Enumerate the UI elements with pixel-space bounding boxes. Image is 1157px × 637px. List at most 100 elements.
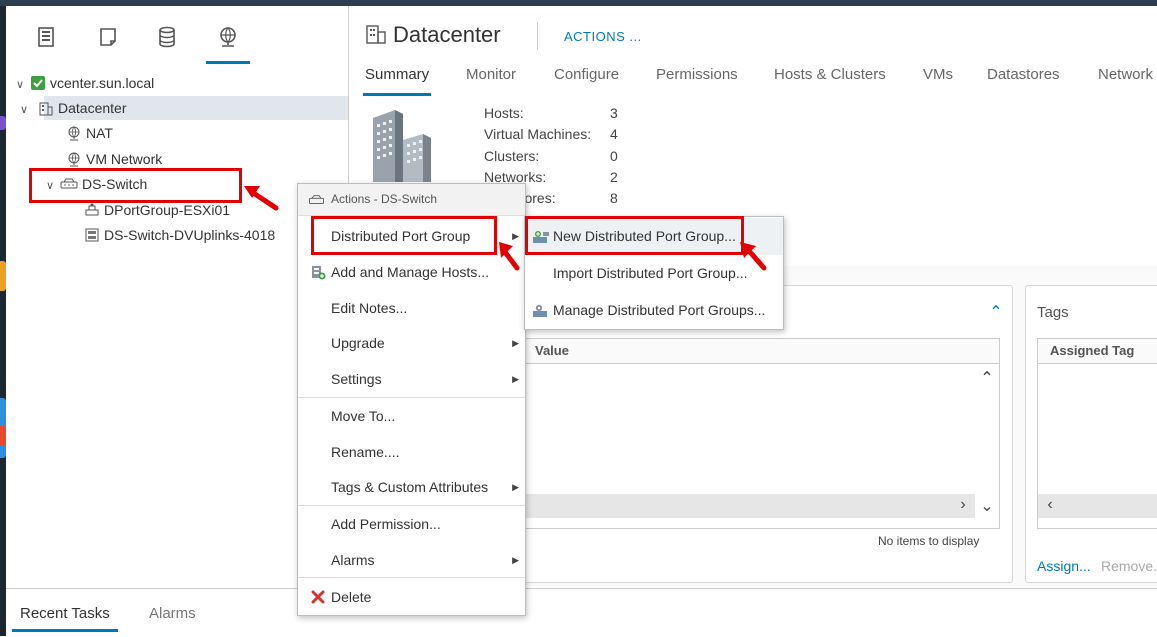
collapse-chevron-icon[interactable]: ⌃ [986, 302, 1006, 322]
new-port-group-icon [533, 231, 549, 243]
manage-port-groups-icon [533, 304, 547, 317]
tab-network[interactable]: Network [1098, 66, 1153, 94]
tab-alarms[interactable]: Alarms [149, 605, 196, 622]
menu-item-add-manage-hosts[interactable]: Add and Manage Hosts... [298, 254, 525, 290]
stat-value: 3 [610, 105, 618, 121]
column-value[interactable]: Value [535, 339, 569, 363]
tree-label-port-group: DPortGroup-ESXi01 [104, 202, 231, 218]
menu-item-label: Delete [331, 589, 372, 605]
menu-item-label: Add and Manage Hosts... [331, 264, 489, 280]
menu-item-label: Settings [331, 371, 382, 387]
context-menu-title-text: Actions - DS-Switch [331, 192, 438, 206]
assign-tag-link[interactable]: Assign... [1037, 558, 1091, 574]
menu-item-new-port-group[interactable]: New Distributed Port Group... [525, 218, 783, 255]
tab-monitor[interactable]: Monitor [466, 66, 516, 94]
tree-label-uplinks: DS-Switch-DVUplinks-4018 [104, 227, 276, 243]
menu-item-alarms[interactable]: Alarms ▶ [298, 542, 525, 578]
menu-item-add-permission[interactable]: Add Permission... [298, 506, 525, 542]
tags-grid-body: ‹ [1037, 364, 1157, 529]
submenu-arrow-icon: ▶ [512, 374, 519, 384]
network-icon [68, 126, 80, 141]
scroll-left-icon[interactable]: ‹ [1040, 496, 1060, 514]
tree-label-ds-switch: DS-Switch [82, 176, 148, 192]
object-header: Datacenter ACTIONS ... Summary Monitor C… [349, 6, 1157, 97]
storage-icon[interactable] [154, 24, 180, 50]
menu-item-distributed-port-group[interactable]: Distributed Port Group ▶ [298, 218, 525, 254]
tree-item-vm-network[interactable]: VM Network [66, 147, 336, 171]
menu-item-label: Upgrade [331, 335, 385, 351]
scroll-down-icon[interactable]: ⌄ [977, 496, 997, 516]
uplink-icon [85, 228, 99, 242]
header-divider [537, 22, 538, 50]
stat-value: 4 [610, 126, 618, 142]
page-title: Datacenter [365, 22, 501, 48]
empty-state-text: No items to display [878, 534, 980, 548]
tree-label-datacenter: Datacenter [58, 100, 127, 116]
menu-item-import-port-group[interactable]: Import Distributed Port Group... [525, 255, 783, 292]
stat-value: 0 [610, 148, 618, 164]
vcenter-icon [31, 76, 45, 90]
tab-summary[interactable]: Summary [362, 66, 432, 96]
menu-item-label: Distributed Port Group [331, 228, 471, 244]
menu-item-label: Alarms [331, 552, 375, 568]
context-menu: Actions - DS-Switch Distributed Port Gro… [297, 183, 526, 616]
menu-item-delete[interactable]: Delete [298, 579, 525, 615]
submenu-arrow-icon: ▶ [512, 231, 519, 241]
page-title-text: Datacenter [393, 22, 501, 47]
menu-item-manage-port-groups[interactable]: Manage Distributed Port Groups... [525, 292, 783, 329]
tab-vms[interactable]: VMs [923, 66, 953, 94]
menu-item-label: Import Distributed Port Group... [553, 265, 748, 281]
remove-tag-link[interactable]: Remove... [1101, 558, 1157, 574]
add-hosts-icon [312, 266, 326, 280]
chevron-down-icon[interactable]: ∨ [20, 98, 34, 122]
menu-item-label: Edit Notes... [331, 300, 408, 316]
menu-divider [298, 577, 525, 578]
tree-label-vm-network: VM Network [86, 151, 163, 167]
menu-item-upgrade[interactable]: Upgrade ▶ [298, 325, 525, 361]
tree-item-vcenter[interactable]: ∨ vcenter.sun.local [16, 71, 346, 95]
menu-item-label: New Distributed Port Group... [553, 228, 736, 244]
tab-hosts-clusters[interactable]: Hosts & Clusters [774, 66, 886, 94]
menu-item-rename[interactable]: Rename.... [298, 434, 525, 470]
tree-item-nat[interactable]: NAT [66, 121, 336, 145]
menu-item-edit-notes[interactable]: Edit Notes... [298, 290, 525, 326]
navigator-tabs [6, 6, 348, 66]
vms-and-templates-icon[interactable] [95, 24, 121, 50]
menu-item-label: Move To... [331, 408, 396, 424]
menu-item-settings[interactable]: Settings ▶ [298, 361, 525, 397]
networking-icon[interactable] [206, 24, 250, 64]
stat-value: 8 [610, 190, 618, 206]
chevron-down-icon[interactable]: ∨ [46, 174, 60, 198]
menu-item-tags-custom-attributes[interactable]: Tags & Custom Attributes ▶ [298, 469, 525, 505]
menu-item-label: Tags & Custom Attributes [331, 479, 489, 495]
bottom-panel: Recent Tasks Alarms [6, 588, 1157, 637]
object-tabs: Summary Monitor Configure Permissions Ho… [349, 64, 1157, 97]
chevron-down-icon[interactable]: ∨ [16, 73, 30, 97]
scroll-up-icon[interactable]: ⌃ [977, 368, 997, 388]
tab-recent-tasks[interactable]: Recent Tasks [12, 605, 118, 632]
menu-item-label: Add Permission... [331, 516, 441, 532]
stat-label: Virtual Machines: [484, 126, 592, 142]
stat-label: Clusters: [484, 148, 540, 164]
submenu-arrow-icon: ▶ [512, 482, 519, 492]
tree-label-nat: NAT [86, 125, 113, 141]
tags-card: Tags Assigned Tag ‹ Assign... Remove... [1025, 285, 1157, 583]
menu-item-label: Rename.... [331, 444, 400, 460]
tab-configure[interactable]: Configure [554, 66, 619, 94]
tags-grid-header: Assigned Tag [1037, 338, 1157, 364]
scroll-right-icon[interactable]: › [953, 496, 973, 514]
port-group-icon [85, 203, 99, 216]
hosts-and-clusters-icon[interactable] [33, 24, 59, 50]
submenu-arrow-icon: ▶ [512, 555, 519, 565]
tree-item-datacenter[interactable]: ∨ Datacenter [20, 96, 348, 120]
menu-item-move-to[interactable]: Move To... [298, 398, 525, 434]
menu-item-label: Manage Distributed Port Groups... [553, 302, 766, 318]
tab-datastores[interactable]: Datastores [987, 66, 1060, 94]
distributed-switch-icon [60, 178, 78, 189]
tree-item-ds-switch[interactable]: ∨ DS-Switch [46, 172, 266, 196]
tab-permissions[interactable]: Permissions [656, 66, 738, 94]
actions-menu-button[interactable]: ACTIONS ... [564, 29, 642, 44]
datacenter-icon [39, 102, 53, 116]
column-assigned-tag[interactable]: Assigned Tag [1050, 339, 1134, 363]
stat-value: 2 [610, 169, 618, 185]
